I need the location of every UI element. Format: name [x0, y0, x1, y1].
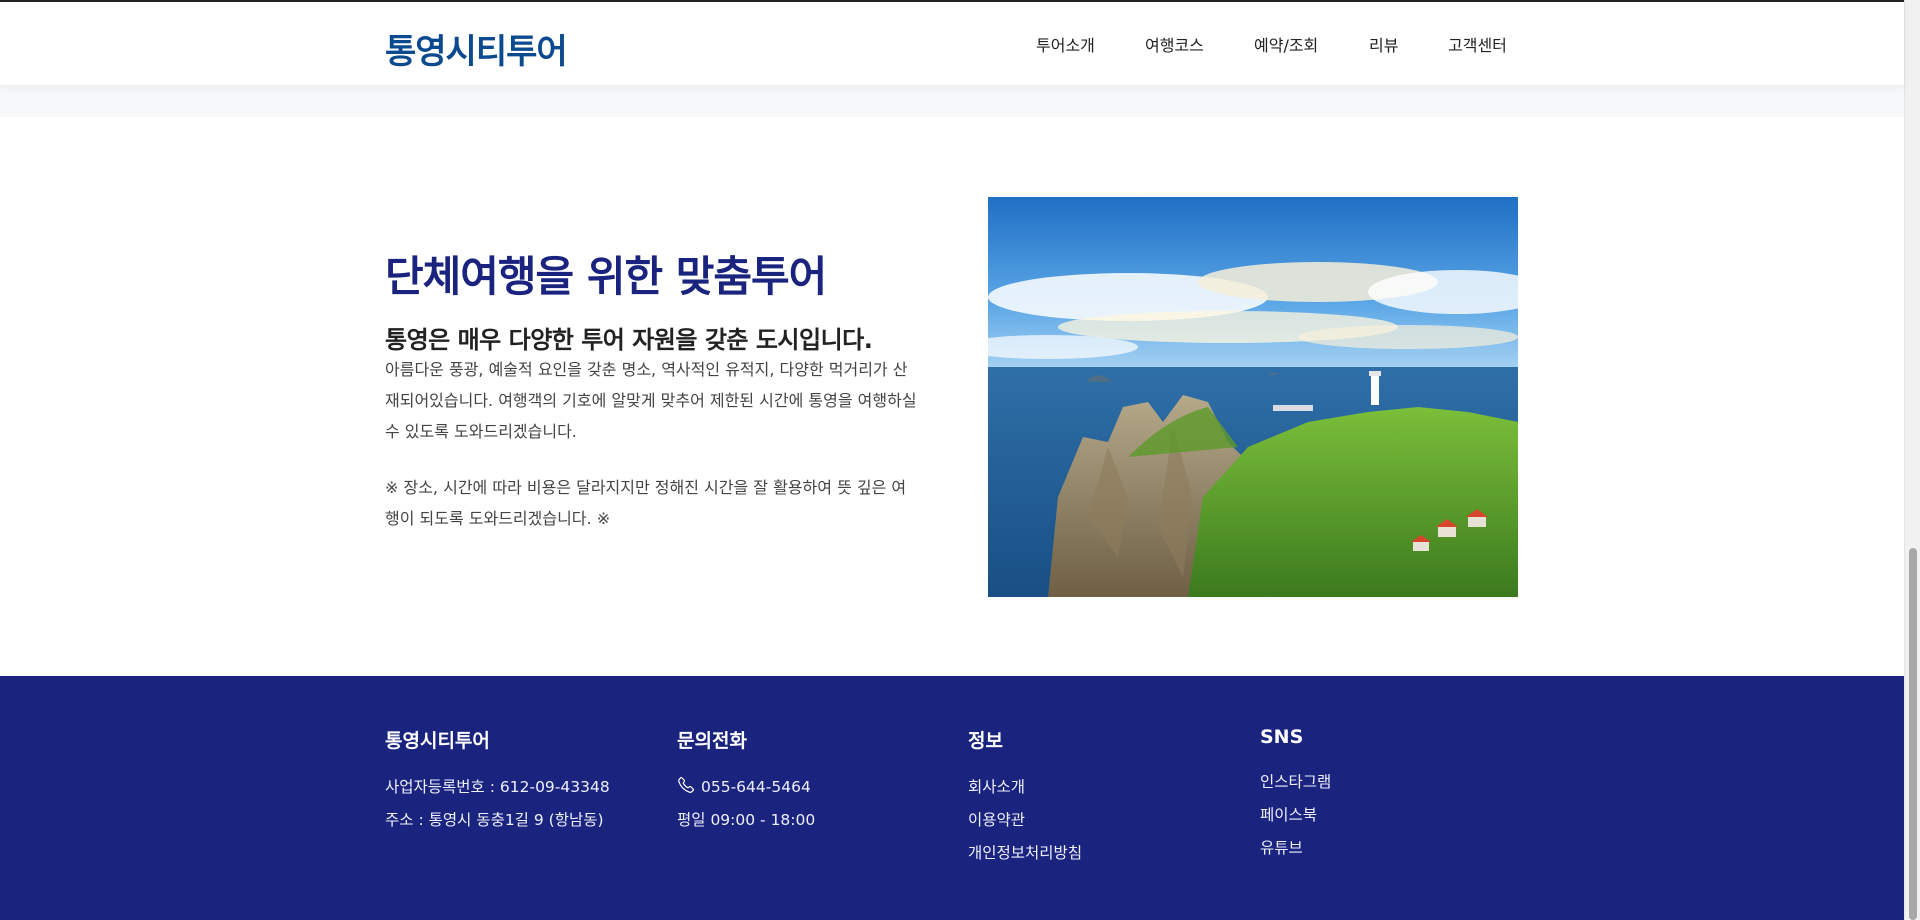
section-divider-band: [0, 85, 1904, 117]
footer-link-youtube[interactable]: 유튜브: [1260, 832, 1331, 865]
footer-contact-heading: 문의전화: [677, 730, 747, 752]
section-note: ※ 장소, 시간에 따라 비용은 달라지지만 정해진 시간을 잘 활용하여 뜻 …: [385, 478, 907, 528]
nav-review[interactable]: 리뷰: [1369, 32, 1398, 56]
contact-phone[interactable]: 055-644-5464: [677, 771, 815, 804]
section-description: 아름다운 풍광, 예술적 요인을 갖춘 명소, 역사적인 유적지, 다양한 먹거…: [385, 360, 917, 441]
coastal-landscape-image: [988, 197, 1518, 597]
footer-info-heading: 정보: [968, 730, 1003, 752]
footer-sns-heading: SNS: [1260, 726, 1304, 748]
footer-link-privacy[interactable]: 개인정보처리방침: [968, 837, 1082, 870]
contact-hours: 평일 09:00 - 18:00: [677, 811, 816, 829]
contact-phone-number: 055-644-5464: [701, 778, 811, 796]
footer-sns: SNS 인스타그램 페이스북 유튜브: [1260, 726, 1331, 865]
footer-link-terms[interactable]: 이용약관: [968, 804, 1082, 837]
footer-info: 정보 회사소개 이용약관 개인정보처리방침: [968, 726, 1082, 870]
site-footer: 통영시티투어 사업자등록번호 : 612-09-43348 주소 : 통영시 동…: [0, 676, 1904, 920]
footer-link-facebook[interactable]: 페이스북: [1260, 799, 1331, 832]
site-logo[interactable]: 통영시티투어: [385, 24, 568, 73]
section-subtitle: 통영은 매우 다양한 투어 자원을 갖춘 도시입니다.: [385, 326, 873, 354]
phone-icon: [678, 776, 695, 793]
scrollbar-thumb[interactable]: [1909, 548, 1917, 920]
nav-reservation[interactable]: 예약/조회: [1254, 32, 1318, 56]
footer-link-instagram[interactable]: 인스타그램: [1260, 766, 1331, 799]
section-title: 단체여행을 위한 맞춤투어: [385, 252, 827, 301]
business-registration: 사업자등록번호 : 612-09-43348: [385, 778, 610, 796]
footer-link-about[interactable]: 회사소개: [968, 771, 1082, 804]
nav-customer-center[interactable]: 고객센터: [1448, 32, 1507, 56]
nav-tour-intro[interactable]: 투어소개: [1036, 32, 1095, 56]
page-scrollbar[interactable]: [1904, 0, 1920, 920]
footer-contact: 문의전화 055-644-5464 평일 09:00 - 18:00: [677, 726, 815, 837]
footer-company-heading: 통영시티투어: [385, 730, 490, 752]
company-address: 주소 : 통영시 동충1길 9 (항남동): [385, 811, 604, 829]
footer-company: 통영시티투어 사업자등록번호 : 612-09-43348 주소 : 통영시 동…: [385, 726, 610, 837]
site-header: 통영시티투어 투어소개 여행코스 예약/조회 리뷰 고객센터: [0, 0, 1904, 85]
nav-travel-course[interactable]: 여행코스: [1145, 32, 1204, 56]
